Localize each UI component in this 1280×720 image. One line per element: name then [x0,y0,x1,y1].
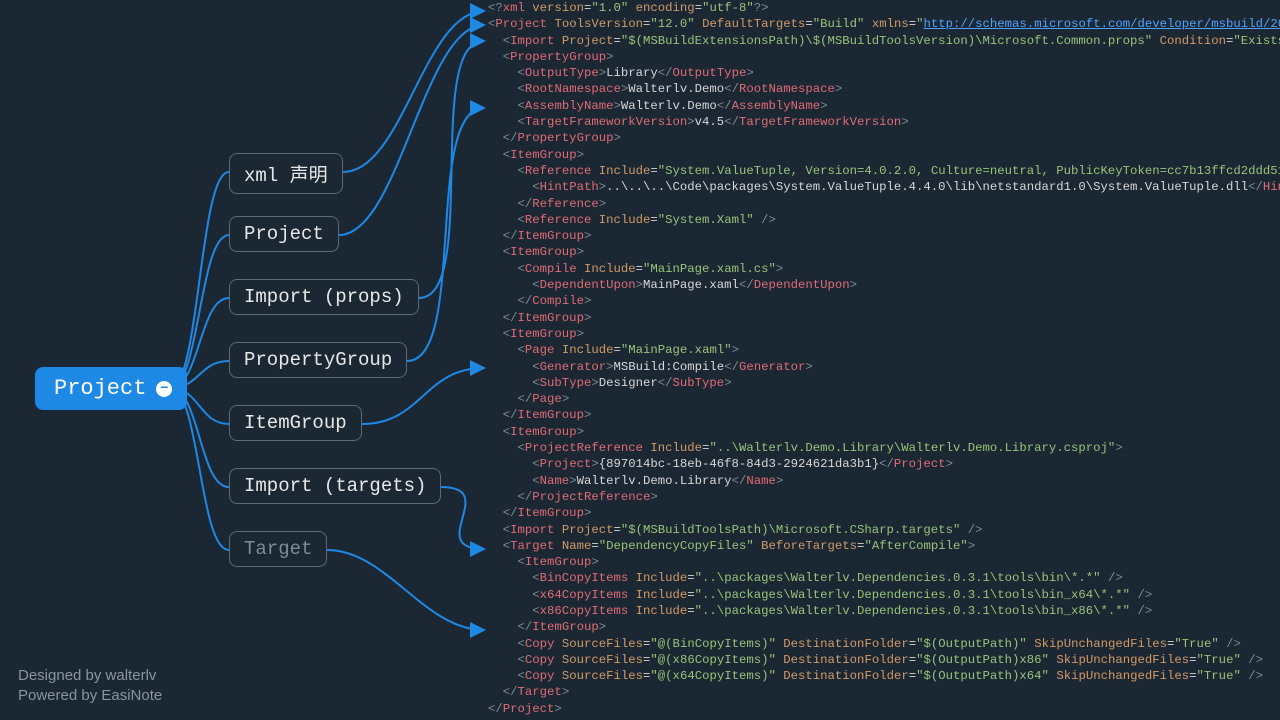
child-node-3[interactable]: PropertyGroup [229,342,407,378]
credits: Designed by walterlv Powered by EasiNote [18,666,162,707]
child-node-6[interactable]: Target [229,531,327,567]
root-node-project[interactable]: Project − [35,367,187,410]
child-node-2[interactable]: Import (props) [229,279,419,315]
child-node-1[interactable]: Project [229,216,339,252]
collapse-icon[interactable]: − [156,381,172,397]
xml-code-block: <?xml version="1.0" encoding="utf-8"?> <… [488,0,1280,717]
child-node-5[interactable]: Import (targets) [229,468,441,504]
credits-line1: Designed by walterlv [18,666,162,686]
child-node-0[interactable]: xml 声明 [229,153,343,194]
credits-line2: Powered by EasiNote [18,686,162,706]
root-label: Project [54,376,146,401]
child-node-4[interactable]: ItemGroup [229,405,362,441]
